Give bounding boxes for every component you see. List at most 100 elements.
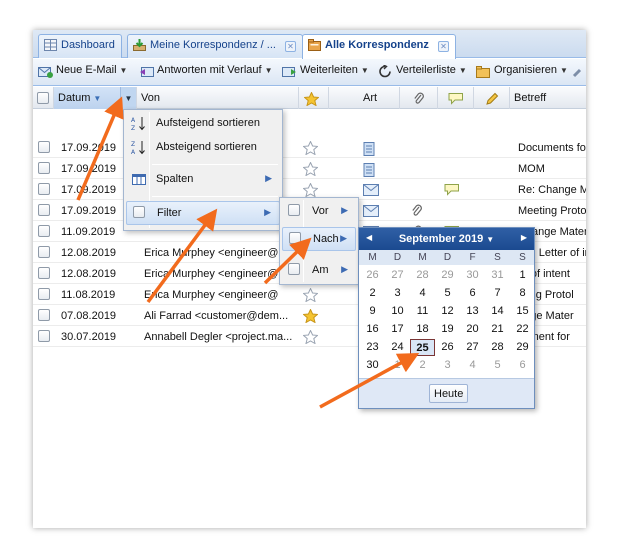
checkbox-icon[interactable] <box>288 204 304 219</box>
calendar-day[interactable]: 8 <box>510 285 535 302</box>
menu-item-sort-ascending[interactable]: A Z Aufsteigend sortieren <box>126 112 280 136</box>
calendar-day[interactable]: 11 <box>410 303 435 320</box>
calendar-day[interactable]: 6 <box>510 357 535 374</box>
close-icon[interactable]: ✕ <box>285 41 297 52</box>
tab-dashboard[interactable]: Dashboard <box>38 34 122 58</box>
calendar-day[interactable]: 29 <box>510 339 535 356</box>
calendar-day[interactable]: 30 <box>360 357 385 374</box>
organize-button[interactable]: Organisieren ▼ <box>476 64 568 82</box>
calendar-day[interactable]: 26 <box>360 267 385 284</box>
checkbox-icon[interactable] <box>133 206 149 221</box>
star-toggle[interactable] <box>303 288 323 308</box>
calendar-day[interactable]: 2 <box>410 357 435 374</box>
row-checkbox[interactable] <box>38 309 50 329</box>
filter-item-nach[interactable]: Nach ▶ <box>282 227 356 251</box>
calendar-day[interactable]: 18 <box>410 321 435 338</box>
table-row[interactable]: 17.09.2019 MOM <box>33 159 586 179</box>
calendar-day[interactable]: 2 <box>360 285 385 302</box>
today-button[interactable]: Heute <box>429 384 469 403</box>
calendar-day[interactable]: 16 <box>360 321 385 338</box>
calendar-day[interactable]: 10 <box>385 303 410 320</box>
calendar-day[interactable]: 26 <box>435 339 460 356</box>
row-checkbox[interactable] <box>38 204 50 224</box>
calendar-day[interactable]: 14 <box>485 303 510 320</box>
chevron-down-icon[interactable]: ▼ <box>361 66 369 75</box>
column-header-art[interactable]: Art <box>329 87 400 109</box>
calendar-day[interactable]: 27 <box>460 339 485 356</box>
calendar-day[interactable]: 5 <box>485 357 510 374</box>
checkbox-icon[interactable] <box>289 232 305 247</box>
calendar-day[interactable]: 20 <box>460 321 485 338</box>
column-header-star[interactable] <box>299 87 329 109</box>
calendar-day[interactable]: 25 <box>410 339 435 356</box>
menu-item-sort-descending[interactable]: Z A Absteigend sortieren <box>126 136 280 160</box>
row-checkbox[interactable] <box>38 330 50 350</box>
calendar-day[interactable]: 22 <box>510 321 535 338</box>
calendar-day[interactable]: 19 <box>435 321 460 338</box>
row-checkbox[interactable] <box>38 225 50 245</box>
calendar-day[interactable]: 1 <box>510 267 535 284</box>
calendar-day[interactable]: 1 <box>385 357 410 374</box>
select-all-checkbox[interactable] <box>37 92 49 104</box>
month-picker-button[interactable]: September 2019 ▼ <box>399 233 494 245</box>
table-row[interactable]: 17.09.2019 Documents for <box>33 138 586 158</box>
menu-item-filter[interactable]: Filter ▶ <box>126 201 280 225</box>
row-checkbox[interactable] <box>38 246 50 266</box>
row-checkbox[interactable] <box>38 267 50 287</box>
calendar-day[interactable]: 5 <box>435 285 460 302</box>
column-header-datum[interactable]: Datum ▼ ▼ <box>54 87 137 109</box>
column-header-von[interactable]: Von <box>137 87 299 109</box>
column-header-betreff[interactable]: Betreff <box>510 87 586 109</box>
calendar-day[interactable]: 28 <box>410 267 435 284</box>
reply-with-history-button[interactable]: Antworten mit Verlauf ▼ <box>139 64 272 82</box>
calendar-day[interactable]: 3 <box>385 285 410 302</box>
forward-button[interactable]: Weiterleiten ▼ <box>282 64 369 82</box>
star-toggle[interactable] <box>303 309 323 329</box>
checkbox-icon[interactable] <box>288 263 304 278</box>
calendar-day[interactable]: 27 <box>385 267 410 284</box>
tab-alle-korrespondenz[interactable]: Alle Korrespondenz ✕ <box>302 34 456 59</box>
star-toggle[interactable] <box>303 330 323 350</box>
calendar-day[interactable]: 6 <box>460 285 485 302</box>
close-icon[interactable]: ✕ <box>437 41 449 52</box>
calendar-day[interactable]: 15 <box>510 303 535 320</box>
calendar-day[interactable]: 29 <box>435 267 460 284</box>
star-toggle[interactable] <box>303 141 323 161</box>
calendar-day[interactable]: 31 <box>485 267 510 284</box>
calendar-day[interactable]: 4 <box>460 357 485 374</box>
calendar-day[interactable]: 13 <box>460 303 485 320</box>
new-mail-button[interactable]: Neue E-Mail ▼ <box>38 64 127 82</box>
column-header-edit[interactable] <box>474 87 510 109</box>
chevron-down-icon[interactable]: ▼ <box>560 66 568 75</box>
calendar-day[interactable]: 28 <box>485 339 510 356</box>
tab-meine-korrespondenz[interactable]: Meine Korrespondenz / ... ✕ <box>127 34 304 58</box>
calendar-day[interactable]: 17 <box>385 321 410 338</box>
calendar-day[interactable]: 30 <box>460 267 485 284</box>
calendar-day[interactable]: 23 <box>360 339 385 356</box>
calendar-day[interactable]: 9 <box>360 303 385 320</box>
calendar-day[interactable]: 4 <box>410 285 435 302</box>
chevron-down-icon[interactable]: ▼ <box>459 66 467 75</box>
filter-item-vor[interactable]: Vor ▶ <box>282 200 356 224</box>
row-checkbox[interactable] <box>38 183 50 203</box>
row-checkbox[interactable] <box>38 288 50 308</box>
calendar-day[interactable]: 3 <box>435 357 460 374</box>
distribution-list-button[interactable]: Verteilerliste ▼ <box>378 64 467 82</box>
filter-item-am[interactable]: Am ▶ <box>282 259 356 283</box>
next-month-icon[interactable]: ▶ <box>521 233 527 242</box>
calendar-day[interactable]: 21 <box>485 321 510 338</box>
calendar-day[interactable]: 12 <box>435 303 460 320</box>
more-tools-button[interactable] <box>571 64 586 82</box>
column-menu-trigger[interactable]: ▼ <box>120 87 136 109</box>
column-header-comment[interactable] <box>438 87 474 109</box>
row-checkbox[interactable] <box>38 162 50 182</box>
star-toggle[interactable] <box>303 162 323 182</box>
chevron-down-icon[interactable]: ▼ <box>120 66 128 75</box>
column-header-attachment[interactable] <box>400 87 438 109</box>
row-checkbox[interactable] <box>38 141 50 161</box>
previous-month-icon[interactable]: ◀ <box>366 233 372 242</box>
calendar-day[interactable]: 24 <box>385 339 410 356</box>
calendar-day[interactable]: 7 <box>485 285 510 302</box>
chevron-down-icon[interactable]: ▼ <box>265 66 273 75</box>
menu-item-columns[interactable]: Spalten ▶ <box>126 168 280 192</box>
